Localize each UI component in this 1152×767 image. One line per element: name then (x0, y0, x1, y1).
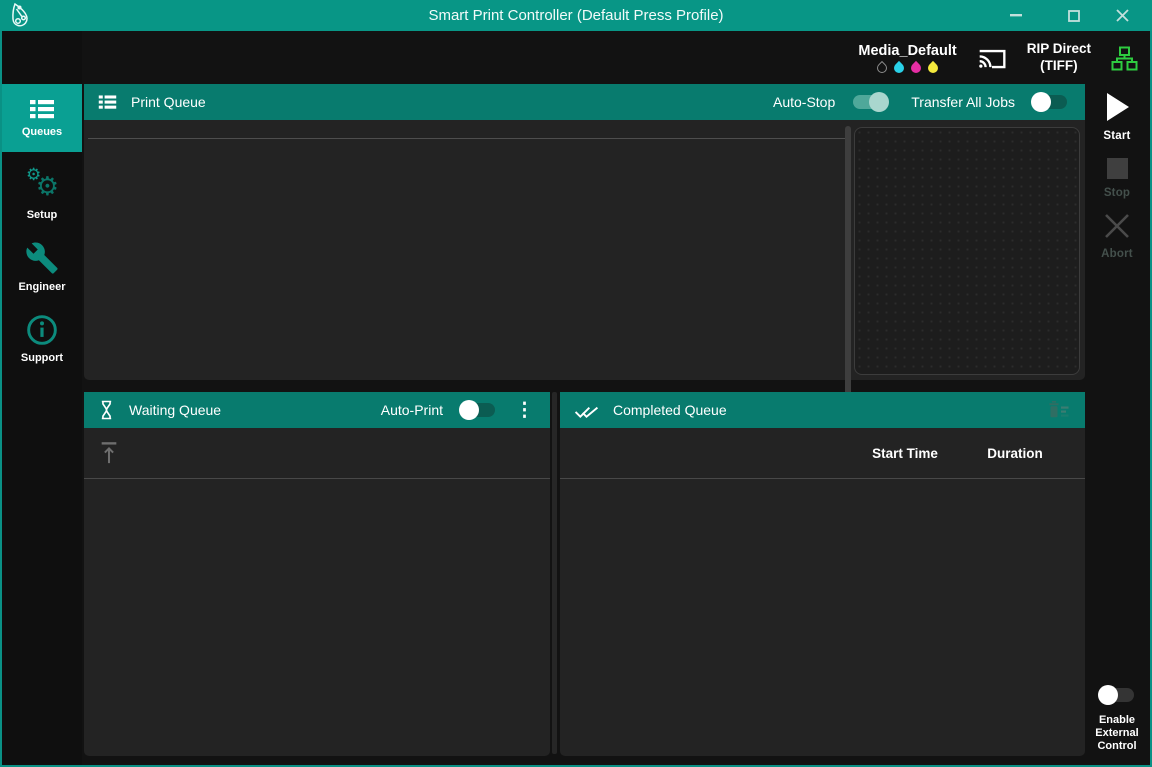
hourglass-icon (98, 399, 115, 421)
ink-levels (877, 63, 938, 73)
stop-button[interactable]: Stop (1084, 158, 1150, 199)
panel-title: Completed Queue (613, 402, 727, 418)
sidebar-item-label: Queues (22, 126, 62, 138)
move-to-top-icon[interactable] (98, 441, 120, 465)
maximize-button[interactable] (1054, 0, 1094, 31)
stop-label: Stop (1104, 187, 1130, 199)
job-preview-canvas (854, 127, 1080, 375)
minimize-button[interactable] (996, 0, 1036, 31)
panel-title: Print Queue (131, 94, 206, 110)
transfer-all-jobs-toggle[interactable] (1033, 95, 1067, 109)
sidebar-item-queues[interactable]: Queues (2, 84, 82, 152)
clear-completed-icon[interactable] (1047, 399, 1071, 421)
auto-stop-toggle[interactable] (853, 95, 887, 109)
column-duration: Duration (977, 446, 1053, 461)
window-title: Smart Print Controller (Default Press Pr… (0, 0, 1152, 31)
print-queue-list-divider (88, 138, 846, 139)
column-start-time: Start Time (867, 446, 943, 461)
info-icon (26, 314, 58, 346)
stop-icon (1107, 158, 1128, 179)
ext-line2: External (1095, 727, 1138, 739)
start-label: Start (1103, 130, 1130, 142)
print-queue-header: Print Queue Auto-Stop Transfer All Jobs (84, 84, 1085, 120)
media-name: Media_Default (858, 43, 956, 59)
auto-print-toggle[interactable] (461, 403, 495, 417)
sidebar: Queues ⚙⚙ Setup Engineer (2, 31, 82, 765)
completed-queue-column-headers: Start Time Duration (560, 428, 1085, 478)
gears-icon: ⚙⚙ (24, 169, 60, 203)
enable-external-control-label: Enable External Control (1095, 714, 1138, 753)
sidebar-item-label: Engineer (18, 281, 65, 293)
waiting-queue-divider (84, 478, 550, 479)
done-all-icon (574, 401, 599, 420)
ink-black-icon (875, 61, 889, 75)
ext-line3: Control (1097, 740, 1136, 752)
action-rail: Start Stop Abort Enable External Control (1084, 84, 1150, 765)
rip-mode-line1: RIP Direct (1027, 41, 1091, 58)
titlebar: Smart Print Controller (Default Press Pr… (0, 0, 1152, 31)
sidebar-item-label: Setup (27, 209, 58, 221)
print-queue-scrollbar[interactable] (845, 126, 851, 416)
completed-queue-header: Completed Queue (560, 392, 1085, 428)
queue-list-icon (98, 94, 117, 110)
transfer-all-jobs-label: Transfer All Jobs (911, 94, 1015, 110)
waiting-queue-menu-icon[interactable]: ⋮ (513, 401, 536, 420)
media-status: Media_Default (858, 43, 956, 73)
auto-stop-label: Auto-Stop (773, 94, 835, 110)
enable-external-control-toggle[interactable] (1100, 688, 1134, 702)
abort-button[interactable]: Abort (1084, 212, 1150, 260)
waiting-queue-toolbar (84, 428, 550, 478)
ext-line1: Enable (1099, 714, 1135, 726)
start-button[interactable]: Start (1084, 92, 1150, 142)
completed-queue-panel: Completed Queue Start Time Duration (560, 392, 1085, 756)
sidebar-item-support[interactable]: Support (2, 305, 82, 373)
status-strip: Media_Default RIP Direct (TIFF) (858, 33, 1138, 83)
wrench-icon (25, 241, 59, 275)
network-icon[interactable] (1111, 46, 1138, 71)
external-control: Enable External Control (1084, 688, 1150, 753)
rip-mode: RIP Direct (TIFF) (1027, 41, 1091, 75)
waiting-queue-header: Waiting Queue Auto-Print ⋮ (84, 392, 550, 428)
cast-icon[interactable] (977, 45, 1007, 71)
sidebar-item-engineer[interactable]: Engineer (2, 233, 82, 301)
waiting-queue-scrollbar[interactable] (552, 392, 557, 754)
queue-list-icon (29, 98, 55, 120)
sidebar-item-label: Support (21, 352, 63, 364)
close-button[interactable] (1102, 0, 1142, 31)
completed-queue-divider (560, 478, 1085, 479)
auto-print-label: Auto-Print (381, 402, 443, 418)
rip-mode-line2: (TIFF) (1027, 58, 1091, 75)
ink-magenta-icon (909, 61, 923, 75)
app-window: Smart Print Controller (Default Press Pr… (0, 0, 1152, 767)
ink-yellow-icon (926, 61, 940, 75)
sidebar-item-setup[interactable]: ⚙⚙ Setup (2, 161, 82, 229)
ink-cyan-icon (892, 61, 906, 75)
print-queue-panel: Print Queue Auto-Stop Transfer All Jobs (84, 84, 1085, 380)
play-icon (1104, 92, 1130, 122)
panel-title: Waiting Queue (129, 402, 221, 418)
waiting-queue-panel: Waiting Queue Auto-Print ⋮ (84, 392, 550, 756)
abort-label: Abort (1101, 248, 1133, 260)
abort-x-icon (1103, 212, 1131, 240)
